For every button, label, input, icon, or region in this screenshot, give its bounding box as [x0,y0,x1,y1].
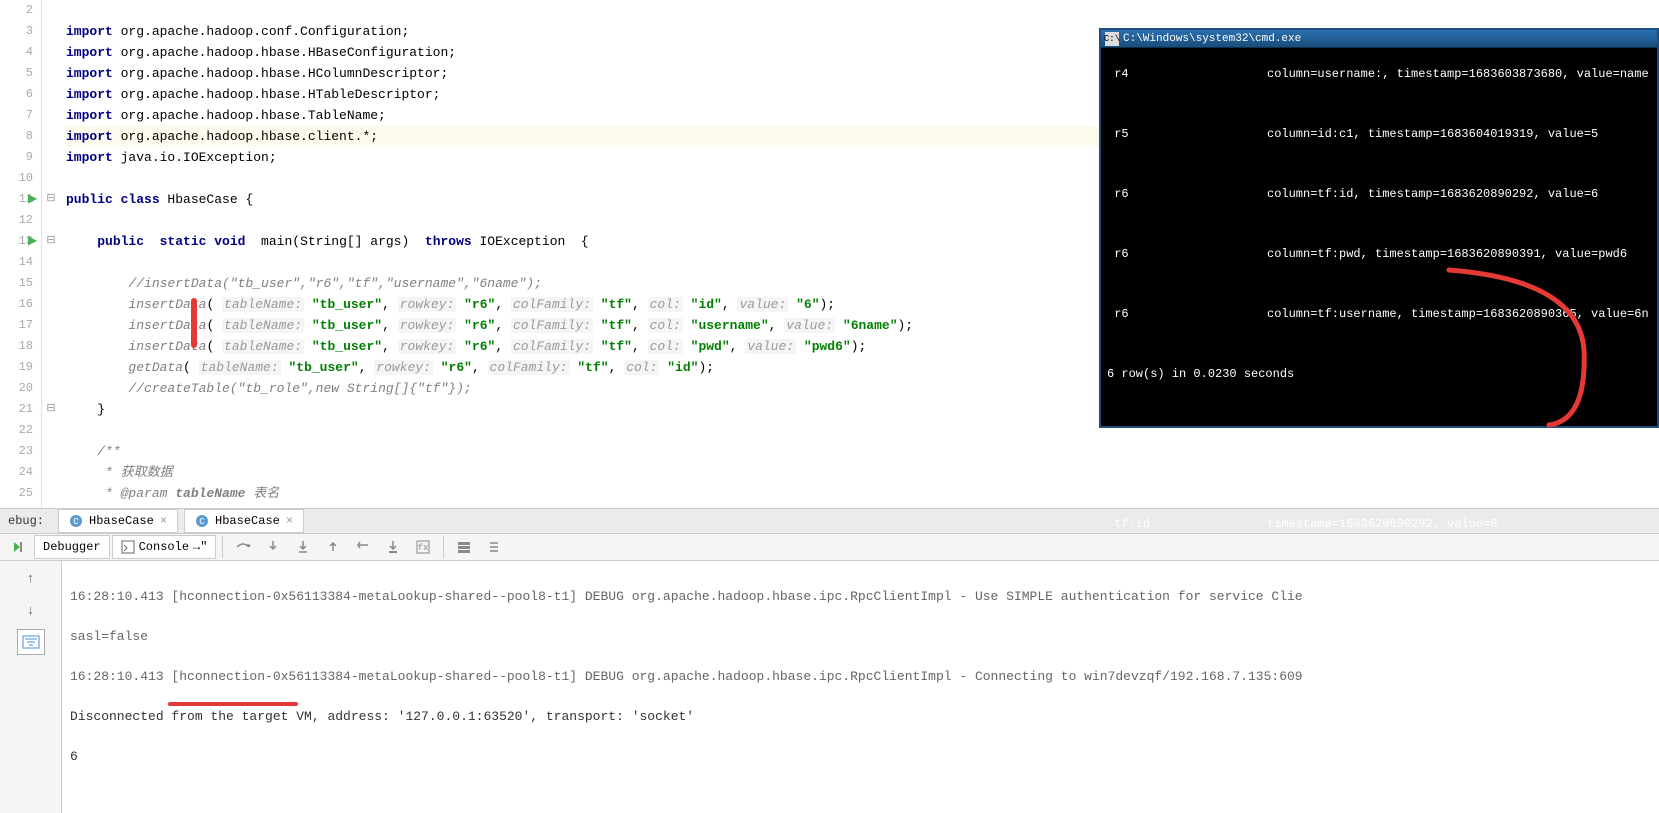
evaluate-button[interactable]: fx [409,534,437,560]
line-gutter: 2 3 4 5 6 7 8 9 10 ▶11 12 ▶13 14 15 16 1… [0,0,42,508]
svg-text:C: C [199,517,205,527]
force-step-into-button[interactable] [289,534,317,560]
console-tab[interactable]: Console →" [112,535,217,559]
filter-button[interactable] [17,629,45,655]
cmd-window[interactable]: C:\ C:\Windows\system32\cmd.exe r4column… [1099,28,1659,428]
up-button[interactable]: ↑ [17,565,45,591]
debug-label: ebug: [0,514,52,528]
run-gutter-icon[interactable]: ▶ [28,231,37,252]
down-button[interactable]: ↓ [17,597,45,623]
cmd-titlebar[interactable]: C:\ C:\Windows\system32\cmd.exe [1101,30,1657,48]
svg-text:C: C [73,517,79,527]
java-class-icon: C [69,514,83,528]
console-icon [121,540,135,554]
console-side-toolbar: ↑ ↓ [0,561,62,813]
step-into-button[interactable] [259,534,287,560]
drop-frame-button[interactable] [349,534,377,560]
run-config-tab[interactable]: C HbaseCase × [184,509,304,533]
settings-button[interactable] [450,534,478,560]
java-class-icon: C [195,514,209,528]
debugger-tab[interactable]: Debugger [34,535,110,559]
close-icon[interactable]: × [286,514,293,528]
svg-text:fx: fx [418,543,429,553]
run-gutter-icon[interactable]: ▶ [28,189,37,210]
arrow-right-icon: →" [193,540,207,554]
cmd-output: r4column=username:, timestamp=1683603873… [1101,48,1657,806]
step-over-button[interactable] [229,534,257,560]
filter-icon [22,635,40,649]
fold-column[interactable]: ⊟⊟ ⊟ [42,0,60,508]
run-config-tab[interactable]: C HbaseCase × [58,509,178,533]
close-icon[interactable]: × [160,514,167,528]
cmd-icon: C:\ [1105,32,1119,46]
annotation-red-bar [191,298,197,348]
pin-button[interactable] [480,534,508,560]
annotation-red-underline [168,702,298,706]
step-out-button[interactable] [319,534,347,560]
run-to-cursor-button[interactable] [379,534,407,560]
rerun-button[interactable] [4,534,32,560]
cmd-title-text: C:\Windows\system32\cmd.exe [1123,33,1301,45]
